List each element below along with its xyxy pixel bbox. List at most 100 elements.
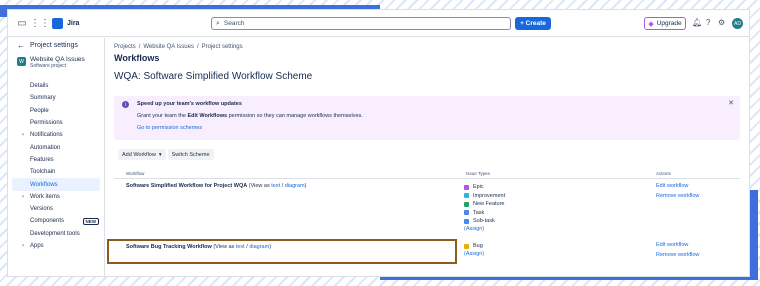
- improvement-icon: [464, 193, 469, 199]
- sidebar-item-versions[interactable]: Versions: [8, 203, 104, 215]
- col-issue-types: Issue Types: [466, 171, 490, 176]
- new-badge: NEW: [82, 217, 99, 225]
- view-as-text: (View as: [213, 244, 236, 250]
- remove-workflow-link[interactable]: Remove workflow: [656, 252, 699, 258]
- view-as-close: ): [304, 183, 307, 189]
- help-icon[interactable]: ?: [706, 18, 710, 27]
- banner-body-text: permission so they can manage workflows …: [227, 113, 363, 119]
- banner-body-bold: Edit Workflows: [187, 113, 228, 119]
- sidebar-item-label: Notifications: [30, 132, 63, 139]
- issue-type-sub-task: Sub-task: [464, 217, 505, 226]
- add-workflow-button[interactable]: Add Workflow ▾: [118, 149, 166, 160]
- table-row-right: Bug (Assign) Edit workflow Remove workfl…: [454, 242, 740, 269]
- project-header: W Website QA Issues Software project: [17, 56, 85, 69]
- breadcrumb-separator: /: [196, 44, 199, 50]
- table-header: Workflow Issue Types Actions: [114, 170, 740, 179]
- jira-logo-icon[interactable]: [52, 17, 63, 29]
- app-switcher-icon[interactable]: ⋮⋮: [30, 17, 50, 29]
- search-input[interactable]: ⌕ Search: [211, 17, 511, 30]
- sidebar-item-label: Apps: [30, 243, 44, 249]
- sidebar-item-notifications[interactable]: › Notifications: [8, 129, 104, 141]
- sidebar-item-work-items[interactable]: › Work items: [8, 191, 104, 203]
- sidebar-item-details[interactable]: Details: [8, 80, 104, 92]
- project-type: Software project: [30, 63, 67, 69]
- page-title: WQA: Software Simplified Workflow Scheme: [114, 71, 313, 82]
- view-text-link[interactable]: text: [271, 183, 280, 189]
- sidebar-item-components[interactable]: Components NEW: [8, 215, 104, 227]
- search-placeholder: Search: [223, 20, 245, 27]
- sidebar-item-summary[interactable]: Summary: [8, 92, 104, 104]
- view-diagram-link[interactable]: diagram: [249, 244, 269, 250]
- app-name[interactable]: Jira: [67, 20, 79, 27]
- project-avatar-icon: W: [17, 57, 26, 66]
- sidebar-item-automation[interactable]: Automation: [8, 141, 104, 153]
- view-as-close: ): [269, 244, 272, 250]
- sidebar-toggle-icon[interactable]: ▭: [16, 17, 28, 29]
- view-text-link[interactable]: text: [236, 244, 245, 250]
- sidebar-item-permissions[interactable]: Permissions: [8, 117, 104, 129]
- issue-type-epic: Epic: [464, 183, 505, 192]
- issue-type-label: New Feature: [473, 201, 505, 208]
- back-label: Project settings: [30, 42, 78, 49]
- sidebar-item-workflows[interactable]: Workflows: [12, 178, 100, 191]
- sidebar-item-toolchain[interactable]: Toolchain: [8, 166, 104, 178]
- issue-type-improvement: Improvement: [464, 192, 505, 201]
- epic-icon: [464, 184, 469, 190]
- permission-schemes-link[interactable]: Go to permission schemes: [137, 125, 202, 131]
- chevron-down-icon: ▾: [158, 151, 162, 158]
- bug-icon: [464, 243, 469, 249]
- view-diagram-link[interactable]: diagram: [285, 183, 305, 189]
- top-navigation: ▭ ⋮⋮ Jira ⌕ Search + Create ◆ Upgrade 🔔︎…: [8, 10, 749, 37]
- sidebar-item-features[interactable]: Features: [8, 154, 104, 166]
- settings-icon[interactable]: ⚙: [718, 18, 725, 27]
- chevron-right-icon: ›: [22, 243, 24, 249]
- new-feature-icon: [464, 201, 469, 207]
- gem-icon: ◆: [648, 20, 654, 28]
- assign-link[interactable]: (Assign): [464, 226, 505, 232]
- create-button[interactable]: + Create: [515, 17, 551, 30]
- back-to-project-settings[interactable]: ← Project settings: [17, 41, 78, 50]
- upgrade-button[interactable]: ◆ Upgrade: [644, 17, 686, 30]
- sidebar-item-development-tools[interactable]: Development tools: [8, 228, 104, 240]
- table-row-highlighted: Software Bug Tracking Workflow (View as …: [107, 239, 457, 264]
- chevron-right-icon: ›: [22, 193, 24, 200]
- project-sidebar: ← Project settings W Website QA Issues S…: [8, 38, 105, 276]
- avatar[interactable]: AD: [732, 18, 743, 29]
- project-name: Website QA Issues: [30, 56, 85, 63]
- breadcrumb-project[interactable]: Website QA Issues: [143, 44, 194, 50]
- sidebar-item-label: Work items: [30, 193, 60, 200]
- issue-type-label: Sub-task: [473, 218, 495, 225]
- breadcrumb: Projects / Website QA Issues / Project s…: [114, 44, 243, 50]
- edit-workflow-link[interactable]: Edit workflow: [656, 242, 699, 248]
- sidebar-item-people[interactable]: People: [8, 105, 104, 117]
- breadcrumb-projects[interactable]: Projects: [114, 44, 136, 50]
- task-icon: [464, 210, 469, 216]
- banner-title: Speed up your team's workflow updates: [137, 101, 242, 107]
- sidebar-item-apps[interactable]: › Apps: [8, 240, 104, 252]
- switch-scheme-button[interactable]: Switch Scheme: [167, 149, 214, 160]
- main-content: Projects / Website QA Issues / Project s…: [107, 38, 744, 276]
- upgrade-label: Upgrade: [656, 20, 682, 27]
- issue-type-label: Epic: [473, 184, 484, 191]
- col-actions: Actions: [656, 171, 671, 176]
- app-window: ▭ ⋮⋮ Jira ⌕ Search + Create ◆ Upgrade 🔔︎…: [7, 9, 750, 277]
- edit-workflow-link[interactable]: Edit workflow: [656, 183, 699, 189]
- remove-workflow-link[interactable]: Remove workflow: [656, 193, 699, 199]
- notifications-icon[interactable]: 🔔︎: [692, 18, 702, 27]
- workflow-actions: Add Workflow ▾ Switch Scheme: [118, 149, 214, 160]
- breadcrumb-separator: /: [138, 44, 141, 50]
- close-icon[interactable]: ✕: [728, 99, 734, 107]
- sub-task-icon: [464, 218, 469, 224]
- workflow-name: Software Bug Tracking Workflow (View as …: [126, 244, 271, 250]
- row-actions: Edit workflow Remove workflow: [656, 242, 699, 262]
- view-as-text: (View as: [248, 183, 272, 189]
- assign-link[interactable]: (Assign): [464, 251, 484, 257]
- workflow-title: Software Bug Tracking Workflow: [126, 244, 212, 250]
- workflow-title: Software Simplified Workflow for Project…: [126, 183, 248, 189]
- search-icon: ⌕: [216, 19, 220, 27]
- breadcrumb-settings[interactable]: Project settings: [202, 44, 243, 50]
- sidebar-item-label: Components: [30, 218, 65, 225]
- row-actions: Edit workflow Remove workflow: [656, 183, 699, 203]
- chevron-right-icon: ›: [22, 132, 24, 139]
- issue-type-list: Epic Improvement New Feature Task Sub-ta…: [464, 183, 505, 232]
